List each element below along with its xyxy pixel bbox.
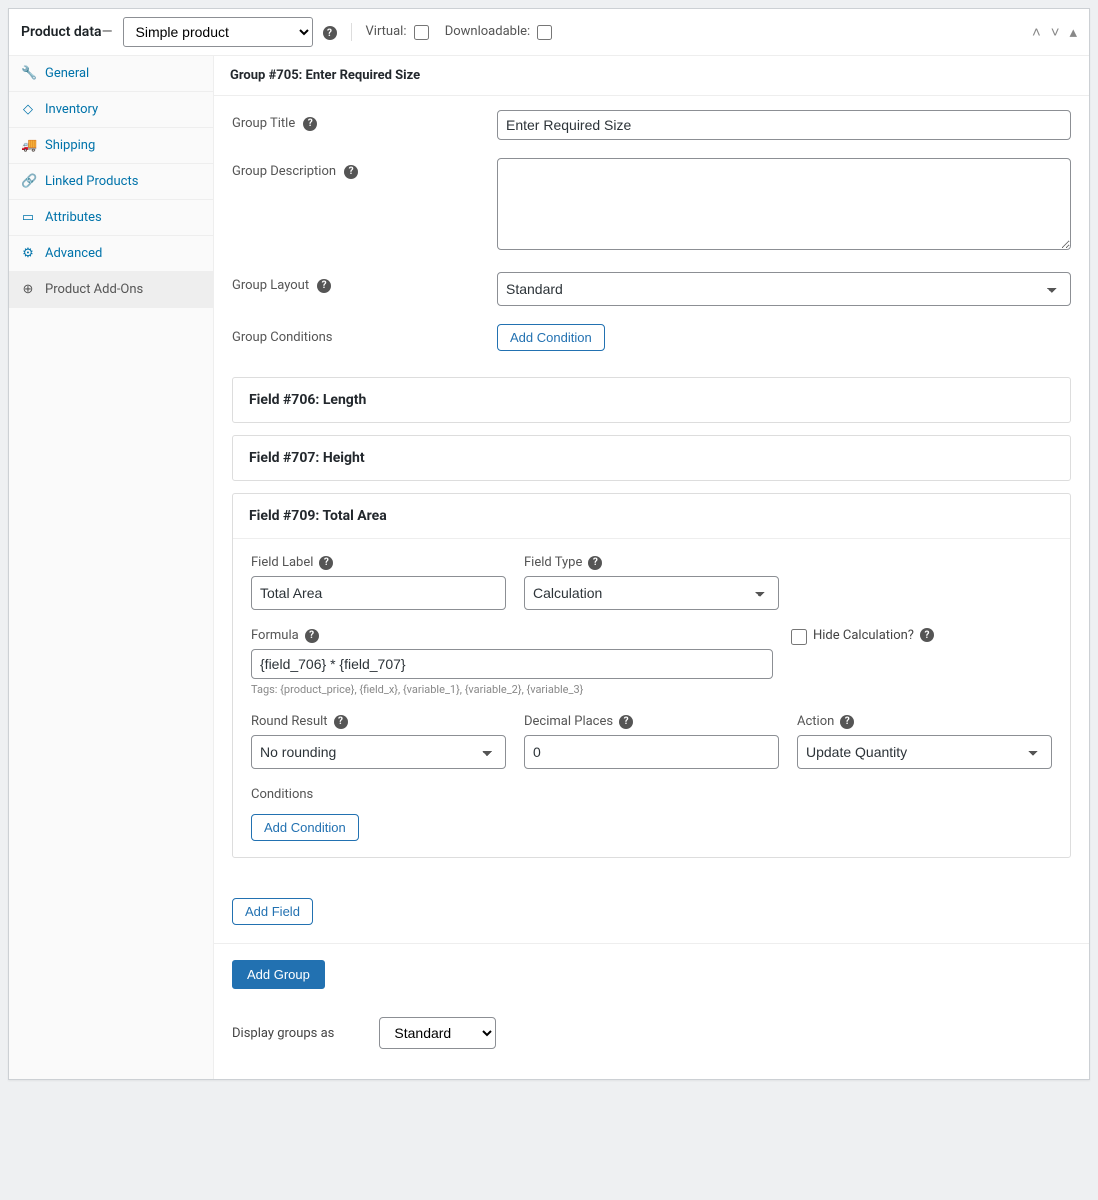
product-type-select[interactable]: Simple product [123, 17, 313, 47]
id-icon: ▭ [21, 210, 35, 225]
virtual-checkbox[interactable] [414, 25, 429, 40]
help-icon[interactable]: ? [619, 715, 633, 729]
wrench-icon: 🔧 [21, 66, 35, 81]
panel-title: Product data [21, 24, 102, 40]
help-icon[interactable]: ? [920, 628, 934, 642]
decimal-places-input[interactable] [524, 735, 779, 769]
display-groups-row: Display groups as Standard [214, 989, 1089, 1079]
downloadable-toggle-label: Downloadable: [445, 24, 553, 39]
help-icon[interactable]: ? [323, 24, 337, 41]
add-group-button[interactable]: Add Group [232, 960, 325, 989]
help-icon[interactable]: ? [317, 279, 331, 293]
plus-circle-icon: ⊕ [21, 282, 35, 297]
separator [351, 23, 352, 41]
help-icon[interactable]: ? [303, 117, 317, 131]
round-result-select[interactable]: No rounding [251, 735, 506, 769]
display-groups-label: Display groups as [232, 1026, 334, 1041]
row-group-title: Group Title ? [232, 110, 1071, 140]
formula-input[interactable] [251, 649, 773, 679]
field-card-toggle[interactable]: Field #706: Length [233, 378, 1070, 422]
link-icon: 🔗 [21, 174, 35, 189]
field-add-condition-button[interactable]: Add Condition [251, 814, 359, 841]
truck-icon: 🚚 [21, 138, 35, 153]
hide-calculation-checkbox[interactable] [791, 629, 807, 645]
collapse-icon[interactable]: ▴ [1069, 23, 1077, 41]
display-groups-select[interactable]: Standard [379, 1017, 496, 1049]
help-icon[interactable]: ? [588, 556, 602, 570]
group-title-input[interactable] [497, 110, 1071, 140]
field-card-709: Field #709: Total Area Field Label ? [232, 493, 1071, 858]
downloadable-checkbox[interactable] [537, 25, 552, 40]
panel-title-dash: — [102, 24, 113, 40]
field-conditions-label: Conditions [251, 787, 1052, 802]
field-label-input[interactable] [251, 576, 506, 610]
help-icon[interactable]: ? [319, 556, 333, 570]
gear-icon: ⚙ [21, 246, 35, 261]
help-icon[interactable]: ? [305, 629, 319, 643]
help-icon[interactable]: ? [840, 715, 854, 729]
field-card-706: Field #706: Length [232, 377, 1071, 423]
product-data-panel: Product data — Simple product ? Virtual:… [8, 8, 1090, 1080]
sidebar-item-attributes[interactable]: ▭ Attributes [9, 200, 213, 236]
field-card-toggle[interactable]: Field #707: Height [233, 436, 1070, 480]
row-group-layout: Group Layout ? Standard [232, 272, 1071, 306]
field-card-toggle[interactable]: Field #709: Total Area [233, 494, 1070, 539]
action-select[interactable]: Update Quantity [797, 735, 1052, 769]
sidebar-item-advanced[interactable]: ⚙ Advanced [9, 236, 213, 272]
panel-header: Product data — Simple product ? Virtual:… [9, 9, 1089, 56]
help-icon[interactable]: ? [334, 715, 348, 729]
help-icon[interactable]: ? [344, 165, 358, 179]
sidebar-item-general[interactable]: 🔧 General [9, 56, 213, 92]
row-group-conditions: Group Conditions Add Condition [232, 324, 1071, 351]
move-down-icon[interactable]: ˅ [1051, 23, 1060, 41]
archive-icon: ◇ [21, 102, 35, 117]
field-type-select[interactable]: Calculation [524, 576, 779, 610]
group-add-condition-button[interactable]: Add Condition [497, 324, 605, 351]
move-up-icon[interactable]: ˄ [1032, 23, 1041, 41]
group-desc-textarea[interactable] [497, 158, 1071, 250]
group-header[interactable]: Group #705: Enter Required Size [214, 56, 1089, 96]
sidebar-item-inventory[interactable]: ◇ Inventory [9, 92, 213, 128]
row-group-desc: Group Description ? [232, 158, 1071, 254]
sidebar-item-product-addons[interactable]: ⊕ Product Add-Ons [9, 272, 213, 308]
field-card-707: Field #707: Height [232, 435, 1071, 481]
product-data-sidebar: 🔧 General ◇ Inventory 🚚 Shipping 🔗 Linke… [9, 56, 214, 1079]
group-layout-select[interactable]: Standard [497, 272, 1071, 306]
add-field-button[interactable]: Add Field [232, 898, 313, 925]
sidebar-item-shipping[interactable]: 🚚 Shipping [9, 128, 213, 164]
formula-tags-hint: Tags: {product_price}, {field_x}, {varia… [251, 683, 1052, 696]
sidebar-item-linked-products[interactable]: 🔗 Linked Products [9, 164, 213, 200]
virtual-toggle-label: Virtual: [366, 24, 429, 39]
addons-content: Group #705: Enter Required Size Group Ti… [214, 56, 1089, 1079]
